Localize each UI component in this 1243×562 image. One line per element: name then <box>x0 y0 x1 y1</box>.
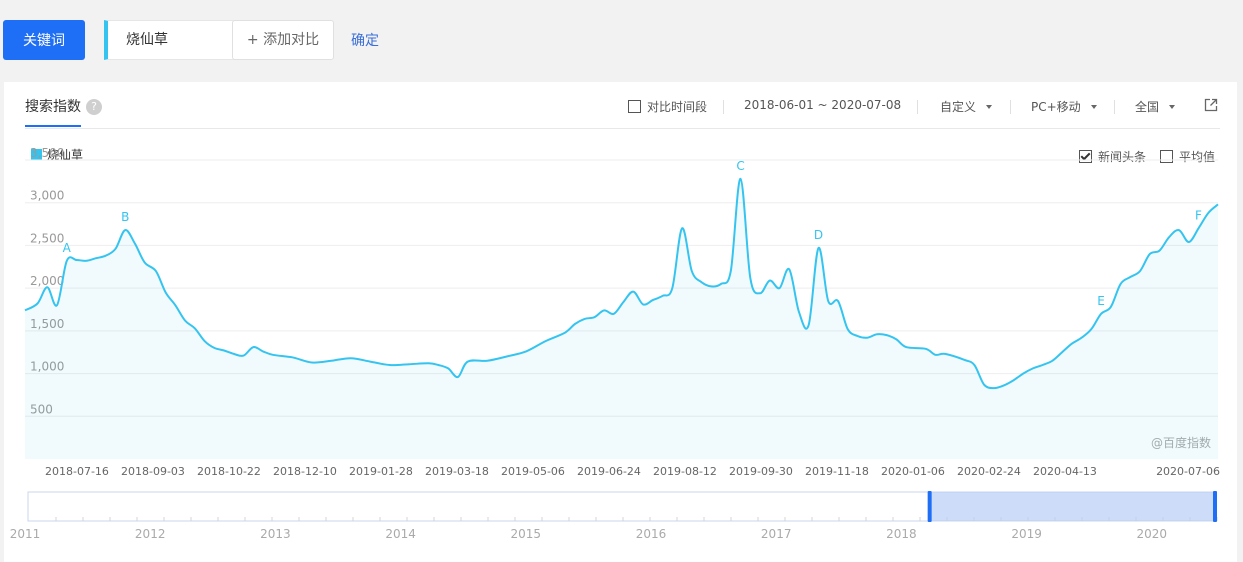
annotation-label[interactable]: B <box>121 210 129 224</box>
navigator-year-label: 2017 <box>761 527 792 541</box>
navigator-year-label: 2020 <box>1137 527 1168 541</box>
search-index-chart[interactable]: 3,5003,0002,5002,0001,5001,000500 ABCDEF… <box>0 0 1243 562</box>
y-tick-label: 3,000 <box>30 189 64 203</box>
x-tick-label: 2019-08-12 <box>653 465 717 478</box>
x-axis-ticks: 2018-07-16 2018-09-03 2018-10-22 2018-12-10… <box>45 465 1220 478</box>
annotation-label[interactable]: D <box>814 228 823 242</box>
navigator-year-label: 2018 <box>886 527 917 541</box>
annotations: A B C D E F <box>63 159 1202 308</box>
x-tick-label: 2020-07-06 <box>1156 465 1220 478</box>
navigator-year-label: 2019 <box>1011 527 1042 541</box>
x-tick-label: 2020-04-13 <box>1033 465 1097 478</box>
y-tick-label: 2,000 <box>30 274 64 288</box>
x-tick-label: 2019-09-30 <box>729 465 793 478</box>
annotation-label[interactable]: C <box>736 159 744 173</box>
series-fill <box>25 178 1218 459</box>
navigator-year-label: 2012 <box>135 527 166 541</box>
x-tick-label: 2019-05-06 <box>501 465 565 478</box>
x-tick-label: 2019-03-18 <box>425 465 489 478</box>
navigator-handle-right[interactable] <box>1213 491 1218 522</box>
navigator-year-label: 2016 <box>636 527 667 541</box>
navigator-handle-left[interactable] <box>927 491 932 522</box>
x-tick-label: 2019-11-18 <box>805 465 869 478</box>
navigator-selection[interactable] <box>929 492 1216 521</box>
annotation-label[interactable]: E <box>1097 294 1105 308</box>
navigator-year-label: 2011 <box>10 527 41 541</box>
x-tick-label: 2020-01-06 <box>881 465 945 478</box>
y-tick-label: 3,500 <box>30 146 64 160</box>
x-tick-label: 2018-07-16 <box>45 465 109 478</box>
x-tick-label: 2018-10-22 <box>197 465 261 478</box>
navigator-year-label: 2014 <box>385 527 416 541</box>
x-tick-label: 2018-12-10 <box>273 465 337 478</box>
x-tick-label: 2019-06-24 <box>577 465 641 478</box>
annotation-label[interactable]: A <box>63 241 72 255</box>
y-tick-label: 2,500 <box>30 231 64 245</box>
navigator-year-label: 2013 <box>260 527 291 541</box>
x-tick-label: 2020-02-24 <box>957 465 1021 478</box>
x-tick-label: 2019-01-28 <box>349 465 413 478</box>
x-tick-label: 2018-09-03 <box>121 465 185 478</box>
series-area <box>24 177 1219 459</box>
navigator-year-label: 2015 <box>511 527 542 541</box>
range-navigator[interactable]: 2011 2012 2013 2014 2015 2016 2017 2018 2019 2020 <box>10 491 1218 541</box>
annotation-label[interactable]: F <box>1195 208 1202 222</box>
